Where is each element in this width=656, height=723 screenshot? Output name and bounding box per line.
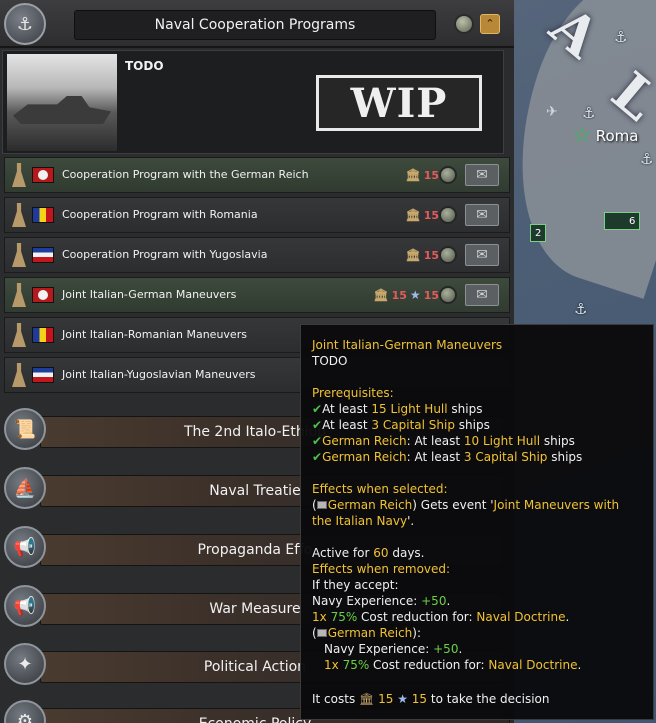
decision-label: Cooperation Program with the German Reic… — [62, 168, 309, 181]
unit-counter[interactable]: 6 — [604, 212, 641, 230]
pp-cost-value: 15 — [423, 208, 439, 222]
xp-cost-value: 15 — [423, 288, 439, 302]
decision-label: Cooperation Program with Yugoslavia — [62, 248, 268, 261]
ship-icon: ⛵ — [4, 467, 46, 509]
effect-line: (German Reich): — [312, 626, 422, 640]
flask-icon — [10, 320, 30, 350]
decision-cost: 🏛 15 — [405, 208, 439, 222]
envelope-icon[interactable]: ✉ — [465, 164, 499, 186]
political-power-icon: 🏛 — [405, 208, 421, 222]
decision-cost: 🏛 15 ★ 15 — [373, 288, 439, 302]
yugoslavia-flag — [32, 367, 54, 383]
tooltip-title: Joint Italian-German Maneuvers — [312, 338, 503, 352]
handshake-naval-icon: ⚓ — [4, 3, 46, 45]
german-reich-flag — [316, 629, 327, 637]
navy-experience-icon: ★ — [409, 288, 421, 302]
take-decision-button[interactable] — [439, 166, 457, 184]
prereq-title: Prerequisites: — [312, 386, 394, 400]
effect-line: Navy Experience: +50. — [312, 594, 451, 608]
checkmark-icon: ✔ — [312, 402, 323, 416]
take-decision-button[interactable] — [439, 286, 457, 304]
prereq-item: ✔German Reich: At least 3 Capital Ship s… — [312, 450, 583, 464]
decision-row[interactable]: Cooperation Program with Romania 🏛 15 ✉ — [4, 197, 510, 233]
flask-icon — [10, 360, 30, 390]
decision-tooltip: Joint Italian-German Maneuvers TODO Prer… — [300, 324, 654, 720]
german-reich-flag — [32, 287, 54, 303]
airbase-icon[interactable]: ✈ — [546, 104, 558, 120]
category-intro: TODO WIP — [2, 50, 504, 154]
naval-base-icon[interactable]: ⚓ — [614, 28, 627, 46]
war-document-icon: 📜 — [4, 408, 46, 450]
effect-line: 1x 75% Cost reduction for: Naval Doctrin… — [312, 610, 570, 624]
checkmark-icon: ✔ — [312, 450, 323, 464]
checkmark-icon: ✔ — [312, 418, 323, 432]
chevron-up-icon[interactable]: ⌃ — [480, 14, 500, 34]
prereq-item: ✔At least 15 Light Hull ships — [312, 402, 483, 416]
effect-line: Navy Experience: +50. — [324, 642, 463, 656]
category-description: TODO — [125, 59, 164, 73]
flask-icon — [10, 280, 30, 310]
effects-selected-title: Effects when selected: — [312, 482, 448, 496]
effect-line: (German Reich) Gets event 'Joint Maneuve… — [312, 498, 620, 512]
unit-counter[interactable]: 2 — [530, 224, 547, 242]
effect-line: 1x 75% Cost reduction for: Naval Doctrin… — [324, 658, 582, 672]
envelope-icon[interactable]: ✉ — [465, 204, 499, 226]
flask-icon — [10, 160, 30, 190]
category-header[interactable]: ⚓ Naval Cooperation Programs ⌃ — [0, 0, 514, 48]
envelope-icon[interactable]: ✉ — [465, 244, 499, 266]
checkmark-icon: ✔ — [312, 434, 323, 448]
decision-cost-summary: It costs 🏛 15 ★ 15 to take the decision — [312, 692, 550, 706]
if-accept: If they accept: — [312, 578, 399, 592]
naval-base-icon[interactable]: ⚓ — [582, 104, 595, 122]
eagle-icon: ✦ — [4, 643, 46, 685]
envelope-icon[interactable]: ✉ — [465, 284, 499, 306]
naval-base-icon[interactable]: ⚓ — [574, 300, 587, 318]
political-power-icon: 🏛 — [359, 692, 375, 706]
decision-row[interactable]: Joint Italian-German Maneuvers 🏛 15 ★ 15 ✉ — [4, 277, 510, 313]
wip-banner: WIP — [316, 75, 482, 131]
pp-cost-value: 15 — [391, 288, 407, 302]
effect-line: the Italian Navy'. — [312, 514, 415, 528]
capital-name: Roma — [595, 127, 639, 145]
decision-label: Joint Italian-German Maneuvers — [62, 288, 237, 301]
megaphone-icon: 📢 — [4, 526, 46, 568]
decision-label: Joint Italian-Romanian Maneuvers — [62, 328, 247, 341]
active-duration: Active for 60 days. — [312, 546, 425, 560]
megaphone-icon: 📢 — [4, 585, 46, 627]
category-title: Naval Cooperation Programs — [74, 10, 436, 40]
economy-icon: ⚙ — [4, 700, 46, 723]
pp-cost-value: 15 — [423, 168, 439, 182]
take-decision-button[interactable] — [439, 206, 457, 224]
german-reich-flag — [32, 167, 54, 183]
decision-cost: 🏛 15 — [405, 248, 439, 262]
capital-star-icon: ☆ — [572, 123, 592, 148]
pp-cost-value: 15 — [423, 248, 439, 262]
flask-icon — [10, 200, 30, 230]
political-power-icon: 🏛 — [405, 168, 421, 182]
yugoslavia-flag — [32, 247, 54, 263]
tooltip-desc: TODO — [312, 354, 348, 368]
german-reich-flag — [316, 501, 327, 509]
romania-flag — [32, 207, 54, 223]
prereq-item: ✔At least 3 Capital Ship ships — [312, 418, 490, 432]
naval-photo — [7, 54, 117, 151]
navy-experience-icon: ★ — [397, 692, 408, 706]
capital-marker[interactable]: ☆ Roma — [572, 125, 638, 147]
decision-row[interactable]: Cooperation Program with Yugoslavia 🏛 15 … — [4, 237, 510, 273]
political-power-icon: 🏛 — [373, 288, 389, 302]
take-decision-button[interactable] — [439, 246, 457, 264]
effects-removed-title: Effects when removed: — [312, 562, 451, 576]
decision-label: Joint Italian-Yugoslavian Maneuvers — [62, 368, 256, 381]
prereq-item: ✔German Reich: At least 10 Light Hull sh… — [312, 434, 575, 448]
flask-icon — [10, 240, 30, 270]
decision-label: Cooperation Program with Romania — [62, 208, 258, 221]
political-power-icon: 🏛 — [405, 248, 421, 262]
decision-row[interactable]: Cooperation Program with the German Reic… — [4, 157, 510, 193]
romania-flag — [32, 327, 54, 343]
category-status-button[interactable] — [454, 14, 474, 34]
naval-base-icon[interactable]: ⚓ — [640, 150, 653, 168]
decision-cost: 🏛 15 — [405, 168, 439, 182]
